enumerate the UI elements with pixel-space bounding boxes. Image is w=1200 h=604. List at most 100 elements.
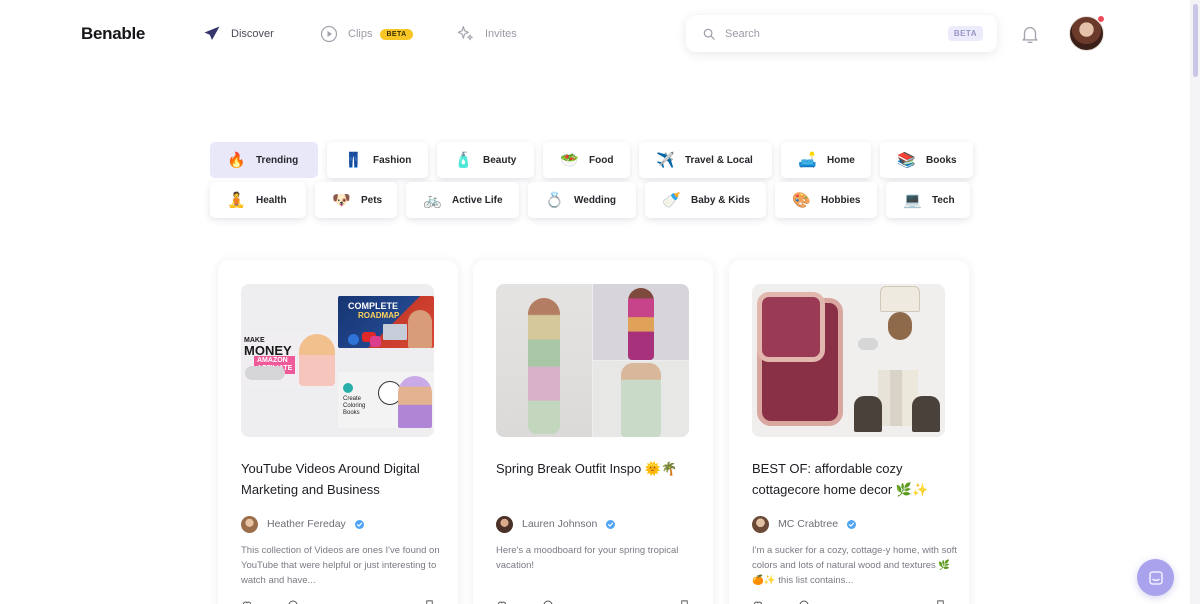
chip-fashion[interactable]: 👖 Fashion — [327, 142, 428, 178]
heart-icon[interactable] — [496, 599, 508, 604]
search-input[interactable]: Search — [725, 28, 948, 40]
chip-label: Travel & Local — [685, 154, 753, 166]
chip-label: Health — [256, 194, 287, 206]
sparkles-icon — [457, 25, 473, 41]
author-avatar — [496, 515, 513, 533]
baby-bottle-icon: 🍼 — [662, 190, 681, 209]
chip-label: Fashion — [373, 154, 412, 166]
list-card[interactable]: Spring Break Outfit Inspo 🌞🌴 Lauren John… — [473, 260, 713, 604]
chip-health[interactable]: 🧘 Health — [210, 182, 306, 218]
chip-travel-local[interactable]: ✈️ Travel & Local — [639, 142, 772, 178]
card-description: Here's a moodboard for your spring tropi… — [496, 545, 679, 571]
nav-discover[interactable]: Discover — [203, 24, 274, 44]
clips-beta-badge: BETA — [380, 28, 413, 40]
chip-books[interactable]: 📚 Books — [880, 142, 973, 178]
chat-button[interactable] — [1137, 559, 1174, 596]
model-graphic — [621, 363, 661, 437]
palette-icon: 🎨 — [792, 190, 811, 209]
card-collage-image — [496, 284, 689, 437]
card-author[interactable]: Heather Fereday — [241, 515, 364, 533]
nav-clips-label: Clips — [348, 28, 373, 40]
author-name: Lauren Johnson — [522, 518, 598, 530]
outfit-photo — [496, 284, 592, 437]
laptop-graphic — [383, 324, 407, 340]
model-graphic — [628, 288, 654, 360]
benable-logo[interactable]: Benable — [81, 24, 145, 44]
comment-icon[interactable] — [542, 599, 554, 604]
video-thumbnail-coloring: Create Coloring Books — [338, 372, 434, 428]
verified-check-icon — [847, 519, 857, 529]
card-title[interactable]: Spring Break Outfit Inspo 🌞🌴 — [496, 458, 696, 479]
chip-pets[interactable]: 🐶 Pets — [315, 182, 397, 218]
author-name: Heather Fereday — [267, 518, 346, 530]
card-title[interactable]: YouTube Videos Around Digital Marketing … — [241, 458, 441, 500]
chip-label: Pets — [361, 194, 383, 206]
books-icon: 📚 — [897, 150, 916, 169]
nav-invites[interactable]: Invites — [455, 24, 517, 44]
person-graphic — [299, 334, 335, 386]
chip-hobbies[interactable]: 🎨 Hobbies — [775, 182, 877, 218]
bookmark-icon[interactable] — [679, 599, 690, 604]
chip-wedding[interactable]: 💍 Wedding — [528, 182, 636, 218]
lamp-base-graphic — [888, 312, 912, 340]
chip-beauty[interactable]: 🧴 Beauty — [437, 142, 534, 178]
chip-label: Active Life — [452, 194, 503, 206]
chip-food[interactable]: 🥗 Food — [543, 142, 630, 178]
author-avatar — [241, 515, 258, 533]
chip-label: Beauty — [483, 154, 517, 166]
fire-icon: 🔥 — [227, 150, 246, 169]
paper-plane-icon — [204, 26, 220, 40]
ring-icon: 💍 — [545, 190, 564, 209]
card-actions — [241, 599, 435, 604]
bell-icon[interactable] — [1019, 23, 1041, 45]
video-thumbnail-amazon: MAKE MONEY AMAZONAFFILIATE — [241, 332, 337, 388]
couch-icon: 🛋️ — [798, 150, 817, 169]
salad-icon: 🥗 — [560, 150, 579, 169]
search-icon — [703, 28, 715, 40]
chip-active-life[interactable]: 🚲 Active Life — [406, 182, 519, 218]
category-row-1: 🔥 Trending 👖 Fashion 🧴 Beauty 🥗 Food ✈️ Trave… — [210, 142, 980, 179]
brand-logo-icon — [343, 383, 353, 393]
verified-check-icon — [606, 519, 616, 529]
list-card[interactable]: COMPLETE ROADMAP MAKE MONEY AMAZONAFFILI… — [218, 260, 458, 604]
chip-label: Home — [827, 154, 855, 166]
card-description: This collection of Videos are ones I've … — [241, 545, 440, 586]
comment-icon[interactable] — [287, 599, 299, 604]
card-title[interactable]: BEST OF: affordable cozy cottagecore hom… — [752, 458, 952, 500]
card-author[interactable]: Lauren Johnson — [496, 515, 616, 533]
comment-icon[interactable] — [798, 599, 810, 604]
chip-trending[interactable]: 🔥 Trending — [210, 142, 318, 178]
pillow-graphic — [757, 292, 825, 362]
thumbnail-text: COMPLETE — [348, 301, 399, 311]
model-graphic — [528, 298, 560, 434]
meditation-icon: 🧘 — [227, 190, 246, 209]
chip-label: Food — [589, 154, 614, 166]
chip-home[interactable]: 🛋️ Home — [781, 142, 871, 178]
top-header: Benable Discover Clips BETA Invites Sear… — [0, 0, 1200, 68]
outfit-photo — [593, 361, 689, 437]
airplane-icon: ✈️ — [656, 150, 675, 169]
bicycle-icon: 🚲 — [423, 190, 442, 209]
chip-label: Wedding — [574, 194, 617, 206]
thumbnail-text: ROADMAP — [358, 311, 400, 320]
chip-tech[interactable]: 💻 Tech — [886, 182, 970, 218]
heart-icon[interactable] — [752, 599, 764, 604]
heart-icon[interactable] — [241, 599, 253, 604]
video-thumbnail-roadmap: COMPLETE ROADMAP — [338, 296, 434, 348]
bookmark-icon[interactable] — [935, 599, 946, 604]
dog-icon: 🐶 — [332, 190, 351, 209]
laptop-icon: 💻 — [903, 190, 922, 209]
card-collage-image — [752, 284, 945, 437]
bookmark-icon[interactable] — [424, 599, 435, 604]
chip-label: Trending — [256, 154, 299, 166]
list-card[interactable]: BEST OF: affordable cozy cottagecore hom… — [729, 260, 969, 604]
card-actions — [752, 599, 946, 604]
page-scrollbar[interactable] — [1190, 0, 1200, 604]
bookend-graphic — [854, 396, 882, 432]
nav-clips[interactable]: Clips BETA — [320, 24, 413, 44]
card-author[interactable]: MC Crabtree — [752, 515, 857, 533]
scrollbar-thumb[interactable] — [1193, 4, 1198, 77]
nav-invites-label: Invites — [485, 28, 517, 40]
search-bar[interactable]: Search BETA — [686, 15, 997, 52]
chip-baby-kids[interactable]: 🍼 Baby & Kids — [645, 182, 766, 218]
